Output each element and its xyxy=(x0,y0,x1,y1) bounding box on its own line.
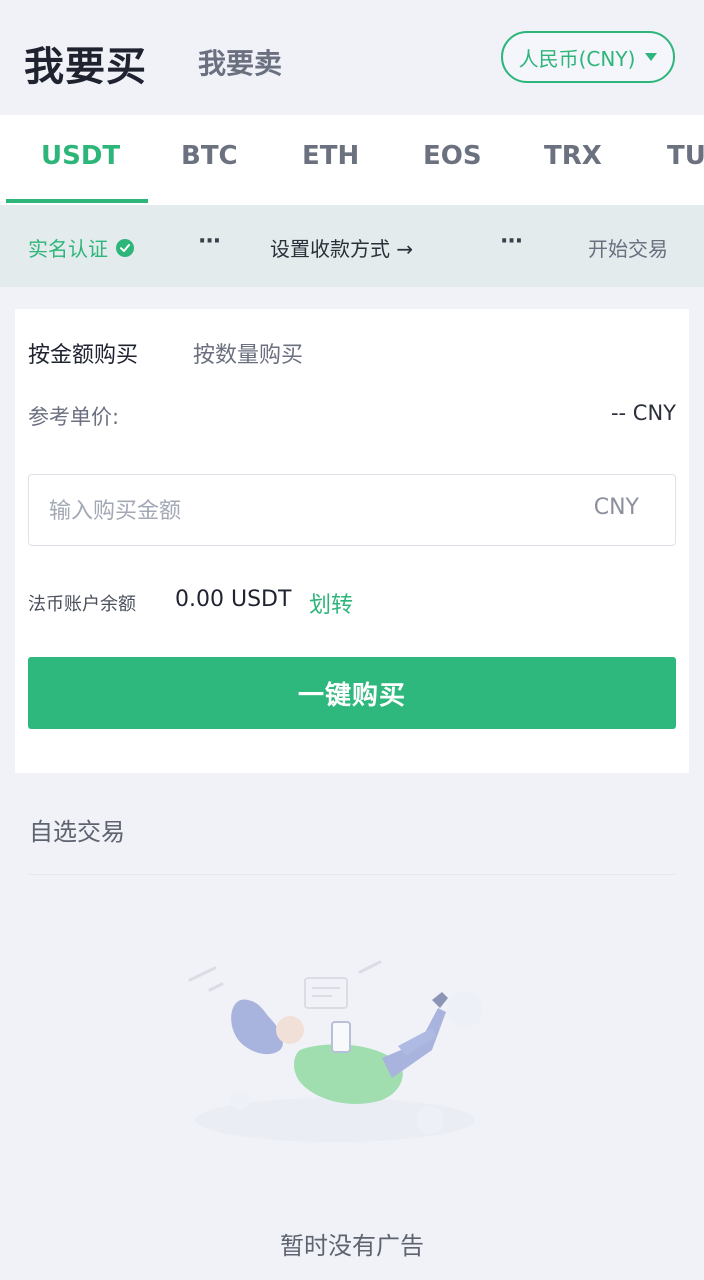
step-verify[interactable]: 实名认证 xyxy=(28,233,134,262)
coin-tab-tu[interactable]: TU xyxy=(667,141,704,171)
step-separator-2: ··· xyxy=(500,229,523,254)
mode-buy-by-amount[interactable]: 按金额购买 xyxy=(28,337,138,369)
currency-selector[interactable]: 人民币(CNY) xyxy=(501,31,675,83)
reference-price-label: 参考单价: xyxy=(28,405,120,429)
check-icon xyxy=(116,238,134,257)
currency-selector-label: 人民币(CNY) xyxy=(518,46,636,71)
step-payment-method[interactable]: 设置收款方式 → xyxy=(270,233,413,262)
section-divider xyxy=(29,874,675,875)
reference-price-value: -- CNY xyxy=(610,401,676,425)
custom-trade-title: 自选交易 xyxy=(29,818,125,846)
step-start-trading: 开始交易 xyxy=(588,237,668,261)
fiat-balance-value: 0.00 USDT xyxy=(175,587,292,612)
step-verify-label: 实名认证 xyxy=(28,237,108,261)
tab-sell[interactable]: 我要卖 xyxy=(198,42,282,82)
coin-tab-btc[interactable]: BTC xyxy=(181,141,238,171)
onboarding-steps: 实名认证 ··· 设置收款方式 → ··· 开始交易 xyxy=(0,205,704,287)
buy-card: 按金额购买 按数量购买 参考单价: -- CNY CNY 法币账户余额 0.00… xyxy=(15,309,689,773)
coin-tab-trx[interactable]: TRX xyxy=(544,141,602,171)
coin-tab-eth[interactable]: ETH xyxy=(302,141,359,171)
one-click-buy-button[interactable]: 一键购买 xyxy=(28,657,676,729)
amount-unit: CNY xyxy=(593,495,639,520)
empty-state-illustration xyxy=(170,950,500,1160)
transfer-link[interactable]: 划转 xyxy=(309,587,353,619)
step-separator-1: ··· xyxy=(198,229,221,254)
coin-tab-eos[interactable]: EOS xyxy=(423,141,482,171)
caret-down-icon xyxy=(645,53,658,61)
amount-input[interactable] xyxy=(47,475,531,547)
top-bar: 我要买 我要卖 人民币(CNY) xyxy=(0,0,704,115)
active-tab-indicator xyxy=(6,199,148,203)
tab-buy[interactable]: 我要买 xyxy=(24,34,147,92)
empty-state-text: 暂时没有广告 xyxy=(280,1232,424,1260)
coin-tab-usdt[interactable]: USDT xyxy=(41,141,120,171)
amount-input-box: CNY xyxy=(28,474,676,547)
coin-tabs: USDT BTC ETH EOS TRX TU xyxy=(0,115,704,205)
mode-buy-by-quantity[interactable]: 按数量购买 xyxy=(193,337,303,369)
fiat-balance-label: 法币账户余额 xyxy=(28,594,136,615)
